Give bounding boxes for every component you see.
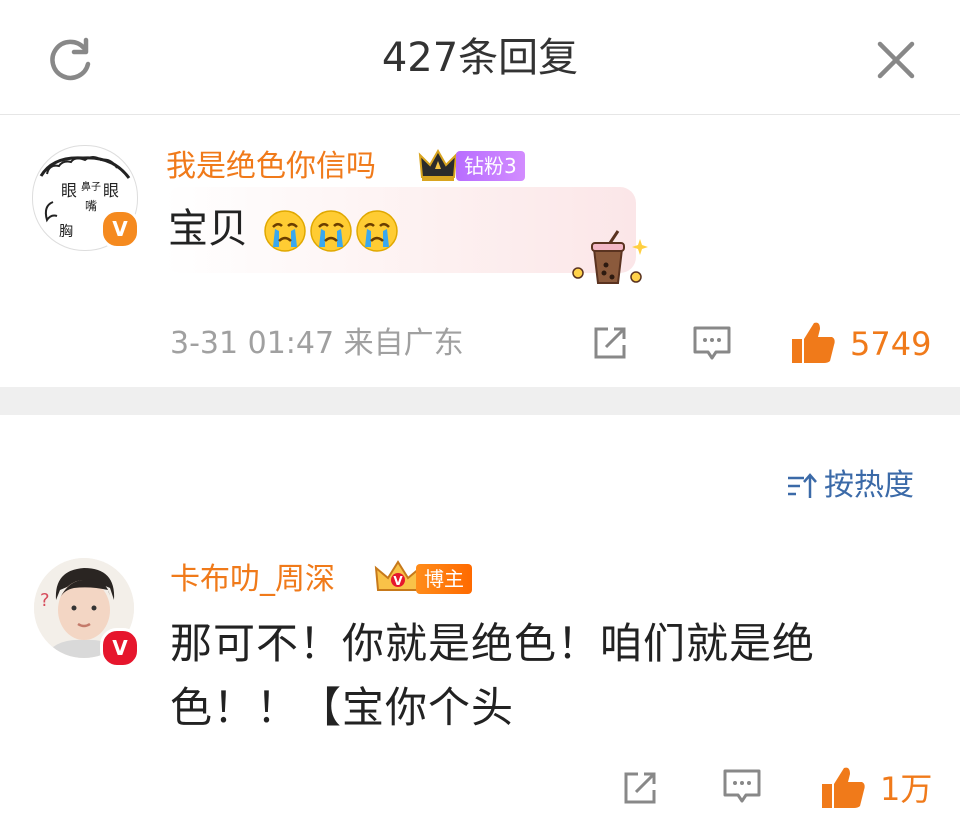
fan-level-badge: 钻粉3 [456,151,525,181]
avatar-text-4: 嘴 [85,199,97,213]
sort-icon[interactable] [786,472,818,500]
comment-icon[interactable] [692,325,732,363]
avatar-text-2: 鼻子 [81,180,101,193]
section-divider [0,387,960,415]
bubble-tea-icon [572,230,648,284]
comment-username[interactable]: 我是绝色你信吗 [166,147,376,187]
like-count: 5749 [850,325,932,363]
comment-text-body: 宝贝 [168,206,248,252]
reply-text: 那可不！你就是绝色！咱们就是绝色！！【宝你个头 [170,619,816,732]
sort-by-hot-button[interactable]: 按热度 [824,466,914,506]
avatar-text-3: 眼 [103,181,119,200]
share-icon[interactable] [622,770,658,806]
svg-text:?: ? [40,590,50,611]
crying-emoji-icon [263,210,306,252]
comment-text: 宝贝 [168,201,399,257]
like-icon[interactable] [790,319,836,365]
reply-username[interactable]: 卡布叻_周深 [170,560,335,600]
like-icon[interactable] [820,764,866,810]
comment-timestamp: 3-31 01:47 来自广东 [170,326,464,361]
like-count: 1万 [880,770,933,808]
crying-emoji-icon [309,210,352,252]
avatar-text-5: 胸 [59,224,73,240]
avatar-text-1: 眼 [61,181,77,200]
crying-emoji-icon [355,210,398,252]
verified-badge-icon: V [100,628,140,668]
crown-icon [418,148,458,181]
main-comment: 眼 鼻子 眼 嘴 胸 V 我是绝色你信吗 钻粉3 宝贝 3-31 01:47 来… [0,115,960,387]
share-icon[interactable] [592,325,628,361]
comment-icon[interactable] [722,768,762,806]
header-bar: 427条回复 [0,0,960,115]
verified-badge-icon: V [100,209,140,249]
blogger-badge: 博主 [416,564,472,594]
close-icon[interactable] [872,36,920,84]
svg-text:V: V [393,574,403,588]
page-title: 427条回复 [381,35,579,81]
